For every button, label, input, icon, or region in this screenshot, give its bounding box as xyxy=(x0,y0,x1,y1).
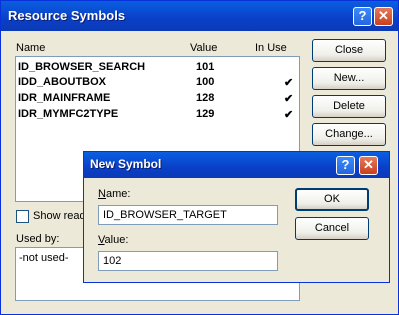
value-label: Value: xyxy=(98,234,128,246)
value-field[interactable]: 102 xyxy=(98,251,278,271)
symbol-value: 129 xyxy=(196,108,215,120)
name-label-accesskey: N xyxy=(98,188,106,200)
symbol-name: IDD_ABOUTBOX xyxy=(18,76,107,88)
symbol-value: 100 xyxy=(196,76,215,88)
show-readonly-checkbox[interactable] xyxy=(16,210,29,223)
dialog-title-bar[interactable]: New Symbol ? ✕ xyxy=(84,152,389,178)
show-readonly-label: Show read xyxy=(33,210,86,222)
column-header-value: Value xyxy=(190,42,218,54)
value-label-text: alue: xyxy=(104,234,129,246)
symbol-value: 101 xyxy=(196,61,215,73)
dialog-close-icon[interactable]: ✕ xyxy=(359,156,378,175)
column-header-name: Name xyxy=(16,42,46,54)
dialog-title: New Symbol xyxy=(90,157,162,171)
delete-button[interactable]: Delete xyxy=(312,95,386,118)
name-label-text: ame: xyxy=(105,188,131,200)
new-symbol-dialog: New Symbol ? ✕ Name: ID_BROWSER_TARGET V… xyxy=(83,151,390,283)
title-bar[interactable]: Resource Symbols ? ✕ xyxy=(1,1,398,31)
dialog-help-button[interactable]: ? xyxy=(336,156,355,175)
cancel-button[interactable]: Cancel xyxy=(295,217,369,240)
name-label: Name: xyxy=(98,188,130,200)
used-by-value: -not used- xyxy=(19,252,69,264)
symbol-value: 128 xyxy=(196,92,215,104)
help-button[interactable]: ? xyxy=(353,7,372,26)
in-use-check-icon: ✔ xyxy=(284,109,294,121)
window-title: Resource Symbols xyxy=(8,8,126,23)
symbol-name: ID_BROWSER_SEARCH xyxy=(18,61,146,73)
symbol-name: IDR_MYMFC2TYPE xyxy=(18,108,119,120)
symbol-name: IDR_MAINFRAME xyxy=(18,92,111,104)
name-field[interactable]: ID_BROWSER_TARGET xyxy=(98,205,278,225)
in-use-check-icon: ✔ xyxy=(284,93,294,105)
in-use-check-icon: ✔ xyxy=(284,77,294,89)
column-header-in-use: In Use xyxy=(255,42,287,54)
close-button[interactable]: Close xyxy=(312,39,386,62)
close-icon[interactable]: ✕ xyxy=(374,7,393,26)
ok-button[interactable]: OK xyxy=(295,188,369,211)
new-button[interactable]: New... xyxy=(312,67,386,90)
used-by-label: Used by: xyxy=(16,233,60,245)
change-button[interactable]: Change... xyxy=(312,123,386,146)
